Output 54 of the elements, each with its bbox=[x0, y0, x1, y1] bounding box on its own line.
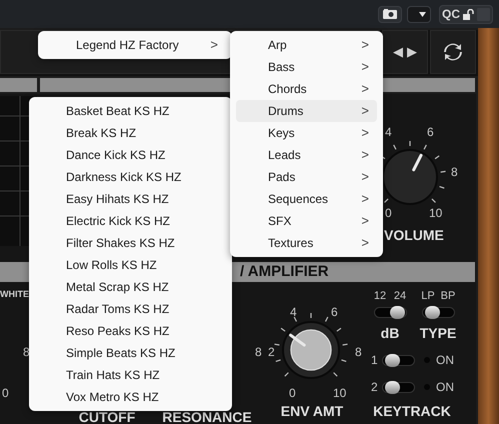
knob-label: ENV AMT bbox=[280, 404, 344, 418]
scale-number: 4 bbox=[385, 126, 392, 138]
menu-item-label: Drums bbox=[268, 103, 304, 120]
menu-item-label: SFX bbox=[268, 213, 292, 230]
menu-item-label: Chords bbox=[268, 81, 307, 98]
switch-number: 2 bbox=[371, 381, 378, 393]
chevron-icon: > bbox=[361, 123, 369, 143]
switch-option: LP bbox=[421, 291, 435, 302]
knob-label: VOLUME bbox=[384, 228, 444, 242]
menu-item-label: Bass bbox=[268, 59, 295, 76]
switch-label: KEYTRACK bbox=[373, 404, 451, 418]
chevron-icon: > bbox=[361, 189, 369, 209]
switch-label: TYPE bbox=[420, 326, 456, 340]
scale-number: 2 bbox=[268, 346, 275, 358]
chevron-icon: > bbox=[361, 101, 369, 121]
qc-label: QC bbox=[442, 8, 460, 20]
chevron-icon: > bbox=[361, 211, 369, 231]
chevron-icon: > bbox=[361, 57, 369, 77]
menu-item-label: Arp bbox=[268, 37, 287, 54]
scale-number: 0 bbox=[2, 387, 9, 399]
scale-number: 10 bbox=[333, 387, 346, 399]
scale-number: 8 bbox=[23, 346, 30, 358]
switch-option: 24 bbox=[394, 291, 406, 302]
chevron-icon: > bbox=[361, 145, 369, 165]
menu-item-label: Sequences bbox=[268, 191, 328, 208]
on-label: ON bbox=[436, 381, 454, 393]
knob-label: WHITE bbox=[0, 290, 29, 299]
scale-number: 8 bbox=[255, 346, 262, 358]
chevron-icon: > bbox=[361, 233, 369, 253]
scale-number: 4 bbox=[290, 306, 297, 318]
chevron-icon: > bbox=[210, 35, 218, 55]
menu-item-label: Leads bbox=[268, 147, 301, 164]
scale-number: 8 bbox=[451, 166, 458, 178]
scale-number: 6 bbox=[331, 306, 338, 318]
chevron-icon: > bbox=[361, 167, 369, 187]
knob-label: CUTOFF bbox=[78, 410, 136, 424]
scale-number: 6 bbox=[427, 126, 434, 138]
menu-item-label: Keys bbox=[268, 125, 295, 142]
scale-number: 0 bbox=[385, 207, 392, 219]
menu-item-label: Pads bbox=[268, 169, 296, 186]
switch-option: 12 bbox=[374, 291, 386, 302]
menu-item-label: Legend HZ Factory bbox=[76, 37, 179, 54]
on-label: ON bbox=[436, 354, 454, 366]
knob-label: RESONANCE bbox=[162, 410, 252, 424]
scale-number: 0 bbox=[289, 387, 296, 399]
chevron-icon: > bbox=[361, 35, 369, 55]
scale-number: 10 bbox=[429, 207, 442, 219]
switch-label: dB bbox=[380, 326, 400, 340]
scale-number: 8 bbox=[355, 346, 362, 358]
switch-number: 1 bbox=[371, 354, 378, 366]
section-title: / AMPLIFIER bbox=[232, 262, 475, 282]
switch-option: BP bbox=[440, 291, 456, 302]
menu-item-label: Textures bbox=[268, 235, 314, 252]
chevron-icon: > bbox=[361, 79, 369, 99]
